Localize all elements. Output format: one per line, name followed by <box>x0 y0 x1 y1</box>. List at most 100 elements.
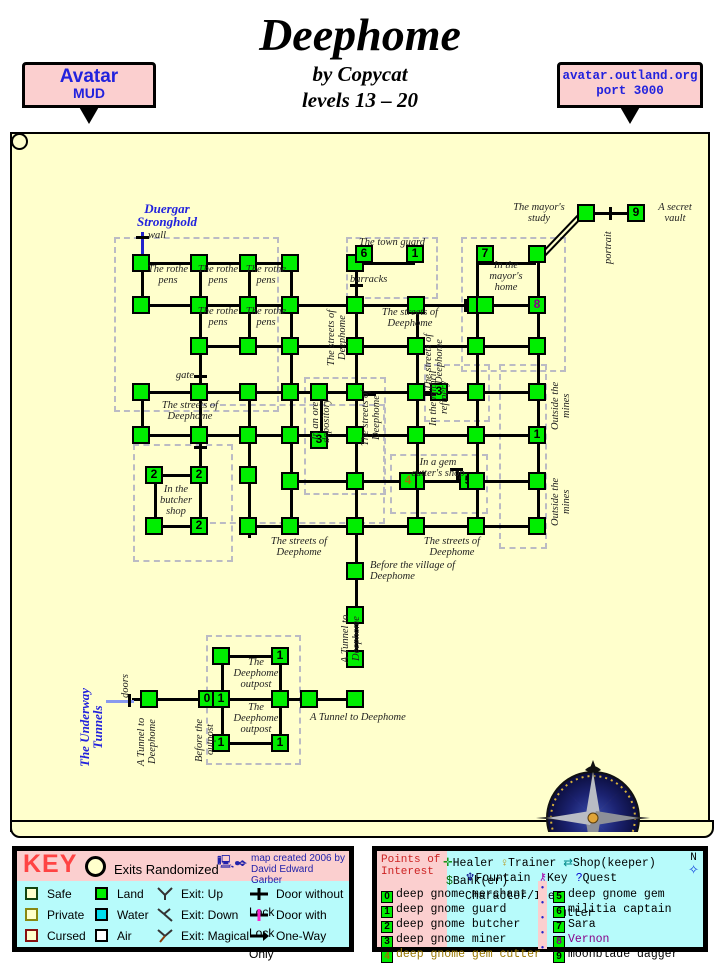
page-header: Deephome by Copycat levels 13 – 20 Avata… <box>0 0 720 128</box>
map-canvas: 9 2 2 2 6 1 3 3 4 7 8 1 0 1 1 1 1 Duerga… <box>10 132 710 832</box>
label-streets: The streets of Deephome <box>423 536 481 558</box>
server-address-banner: avatar.outland.org port 3000 <box>557 62 703 124</box>
poi-divider-dots: • • • • • <box>540 883 545 954</box>
key-label: Water <box>117 908 149 922</box>
room-outpost-node[interactable] <box>212 647 230 665</box>
room-node[interactable] <box>239 426 257 444</box>
label-outpost: The Deephome outpost <box>233 702 279 735</box>
room-node[interactable] <box>145 517 163 535</box>
room-tunnel-to-deephome[interactable] <box>140 690 158 708</box>
room-node[interactable] <box>281 337 299 355</box>
label-doors: doors <box>120 674 131 698</box>
room-node[interactable] <box>467 383 485 401</box>
poi-title: Points of Interest <box>381 854 440 878</box>
poi-list-right: 5 deep gnome gem cutter 6 militia captain … <box>553 884 703 963</box>
room-node[interactable] <box>407 517 425 535</box>
room-node[interactable] <box>467 517 485 535</box>
room-node[interactable] <box>467 426 485 444</box>
label-gate: gate <box>175 370 194 381</box>
room-node[interactable] <box>476 296 494 314</box>
poi-list-left: 0 deep gnome merchant 1 deep gnome guard 2… <box>381 884 541 963</box>
room-butcher-node[interactable]: 2 <box>190 466 208 484</box>
room-node[interactable] <box>346 517 364 535</box>
room-node[interactable] <box>132 296 150 314</box>
key-col-exits: Exit: Up Exit: Down Exit: Magical <box>157 885 249 948</box>
label-secret-vault: A secret vault <box>658 202 692 224</box>
room-node[interactable] <box>239 517 257 535</box>
room-tunnel-node[interactable] <box>346 690 364 708</box>
portrait-door-icon <box>609 207 612 220</box>
poi-label: deep gnome gem cutter <box>396 948 541 961</box>
label-underway-tunnels: The Underway Tunnels <box>77 687 105 767</box>
label-rothe-pens: The rothe pens <box>197 306 239 328</box>
room-butcher-node[interactable]: 2 <box>190 517 208 535</box>
room-node[interactable] <box>528 383 546 401</box>
healer-icon: ✛ <box>443 857 453 870</box>
avatar-mud-banner: Avatar MUD <box>22 62 156 124</box>
key-col-terrain: Land Water Air <box>95 885 149 948</box>
room-tunnel-node[interactable] <box>300 690 318 708</box>
room-node[interactable] <box>346 472 364 490</box>
exits-randomized-legend: Exits Randomized <box>85 856 219 879</box>
points-of-interest-box: Points of Interest ✛Healer ♀Trainer ⇄Sho… <box>372 846 708 963</box>
poi-marker: 9 <box>553 951 565 963</box>
room-node[interactable] <box>281 383 299 401</box>
room-node[interactable] <box>132 426 150 444</box>
room-outside-mines-1[interactable]: 1 <box>528 426 546 444</box>
label-outside-mines: Outside the mines <box>550 477 572 527</box>
label-streets: The streets of Deephome <box>161 400 219 422</box>
room-node[interactable] <box>528 517 546 535</box>
poi-marker: 4 <box>381 951 393 963</box>
compass-rose-icon <box>536 760 650 832</box>
credit-line1: map created 2006 by <box>251 853 345 864</box>
room-node[interactable] <box>281 472 299 490</box>
banner-left-line1: Avatar <box>59 66 119 87</box>
credit-line2: David Edward Garber <box>251 864 314 886</box>
room-node[interactable] <box>467 337 485 355</box>
key-label: Land <box>117 887 144 901</box>
label-mithril-refinery: In the mithril refinery <box>428 370 450 426</box>
room-node[interactable] <box>528 472 546 490</box>
room-node[interactable] <box>407 426 425 444</box>
label-gem-cutter: In a gem cutter's shop <box>411 457 465 479</box>
label-rothe-pens: The rothe pens <box>245 306 287 328</box>
compass-small-icon: ✧ <box>688 862 699 877</box>
room-node[interactable] <box>190 383 208 401</box>
key-label: Exit: Up <box>181 887 224 901</box>
private-swatch-icon <box>25 908 38 921</box>
key-col-room-types: Safe Private Cursed <box>25 885 86 948</box>
cursed-swatch-icon <box>25 929 38 942</box>
label-rothe-pens: The rothe pens <box>197 264 239 286</box>
exits-randomized-label: Exits Randomized <box>114 862 219 877</box>
label-portrait: portrait <box>603 231 614 265</box>
room-mayors-study[interactable] <box>577 204 595 222</box>
label-tunnel: A Tunnel to Deephome <box>310 712 406 723</box>
key-legend-box: KEY Exits Randomized 🖳✒ map created 2006… <box>12 846 354 961</box>
room-node[interactable] <box>239 337 257 355</box>
poi-divider: • • • • • <box>538 881 547 954</box>
map-credit: 🖳✒ map created 2006 by David Edward Garb… <box>217 853 347 886</box>
key-label: Safe <box>47 887 72 901</box>
key-label: Exit: Down <box>181 908 239 922</box>
safe-swatch-icon <box>25 887 38 900</box>
room-node[interactable] <box>467 472 485 490</box>
room-secret-vault[interactable]: 9 <box>627 204 645 222</box>
key-label: Cursed <box>47 929 86 943</box>
room-before-village[interactable] <box>346 562 364 580</box>
room-outpost-1d[interactable]: 1 <box>271 734 289 752</box>
room-mayors-home-8[interactable]: 8 <box>528 296 546 314</box>
butcher-door-icon <box>194 446 207 449</box>
label-town-guard: The town guard <box>358 237 426 248</box>
room-butcher-node[interactable]: 2 <box>145 466 163 484</box>
room-outpost-1[interactable]: 1 <box>212 690 230 708</box>
room-node[interactable] <box>132 383 150 401</box>
room-node[interactable] <box>190 426 208 444</box>
room-node[interactable] <box>239 466 257 484</box>
room-node[interactable] <box>190 337 208 355</box>
banner-right-line1: avatar.outland.org <box>562 69 698 83</box>
room-node[interactable] <box>239 383 257 401</box>
room-node[interactable] <box>281 517 299 535</box>
label-outside-mines: Outside the mines <box>550 381 572 431</box>
room-node[interactable] <box>281 426 299 444</box>
room-node[interactable] <box>528 337 546 355</box>
